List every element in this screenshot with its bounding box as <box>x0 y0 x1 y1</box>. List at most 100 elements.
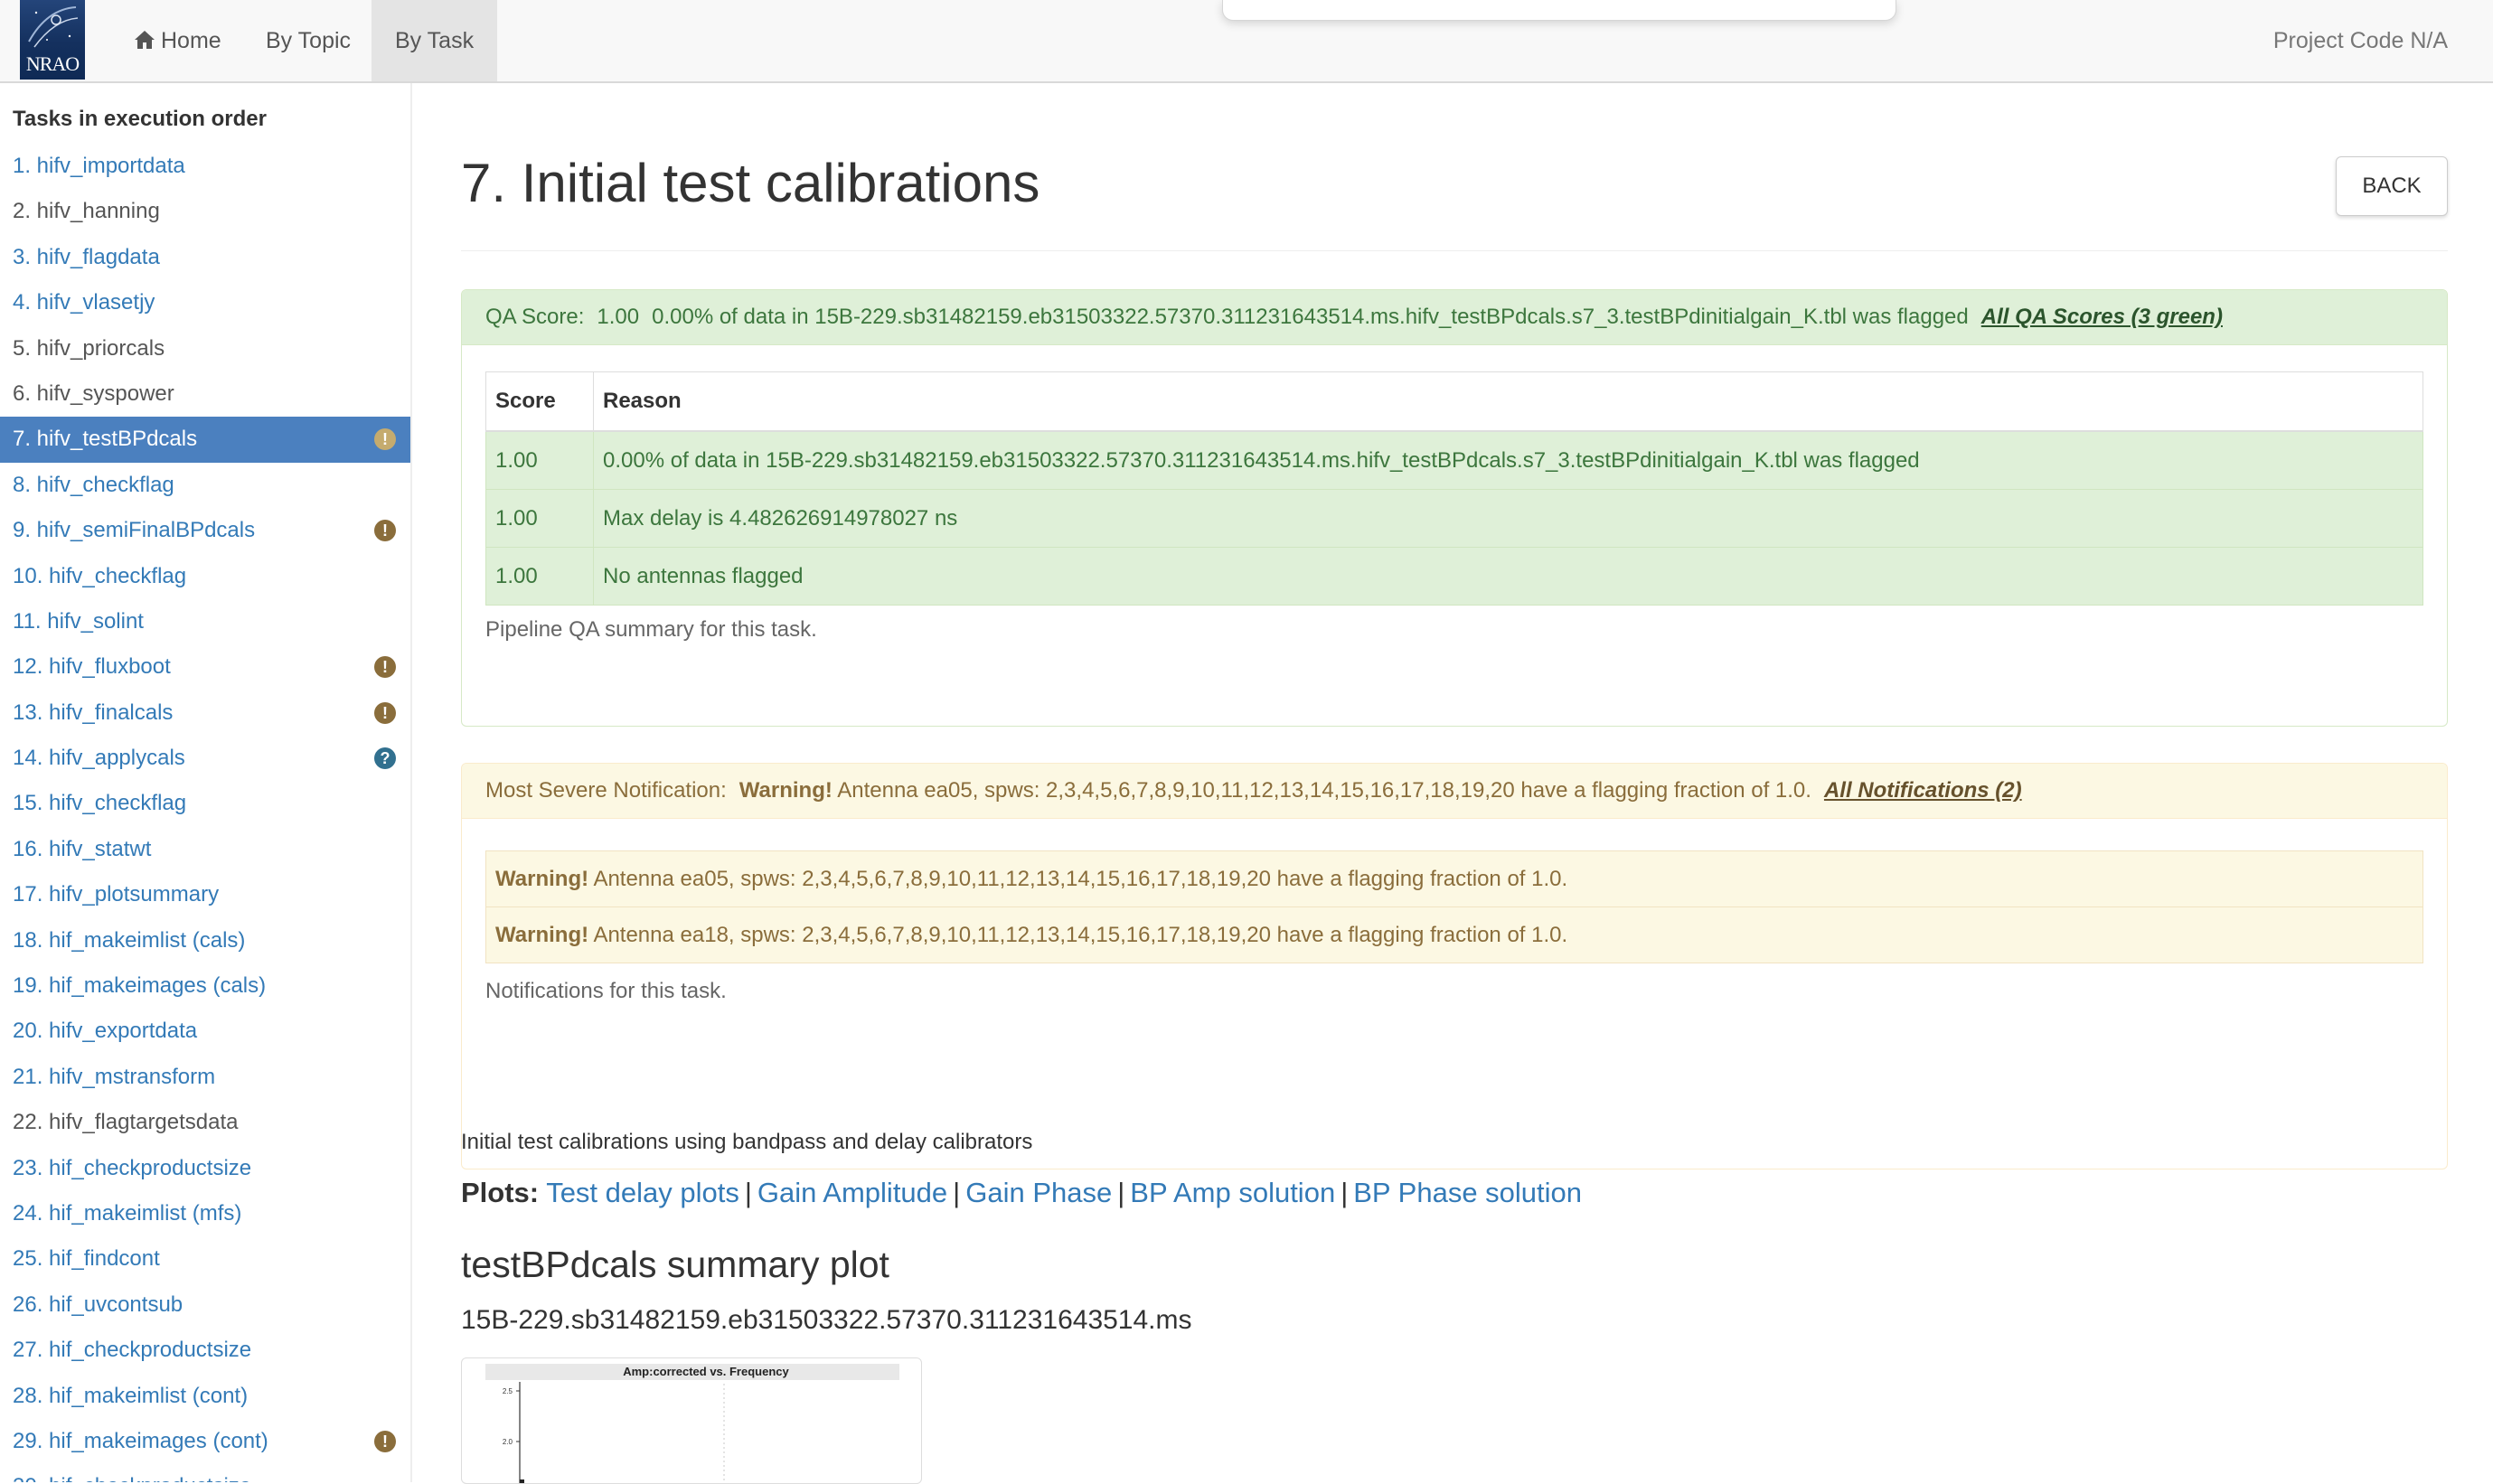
notification-row-text: Antenna ea05, spws: 2,3,4,5,6,7,8,9,10,1… <box>593 867 1568 891</box>
qa-row-score: 1.00 <box>485 430 594 490</box>
sidebar-task-item[interactable]: 24. hif_makeimlist (mfs) <box>0 1191 410 1236</box>
sidebar-task-item[interactable]: 3. hifv_flagdata <box>0 235 410 280</box>
summary-plot-image: Amp:corrected vs. Frequency 2.5 2.0 <box>485 1364 899 1483</box>
sidebar-task-label: 9. hifv_semiFinalBPdcals <box>13 518 256 543</box>
sidebar-task-label: 17. hifv_plotsummary <box>13 882 220 907</box>
qa-col-score: Score <box>485 371 594 432</box>
page-title: 7. Initial test calibrations <box>461 153 1040 213</box>
plots-links: Plots: Test delay plots | Gain Amplitude | G… <box>461 1177 1582 1209</box>
sidebar-task-label: 13. hifv_finalcals <box>13 700 174 725</box>
nav-by-task-label: By Task <box>395 28 475 53</box>
sidebar-task-label: 25. hif_findcont <box>13 1246 160 1272</box>
sidebar-task-item[interactable]: 17. hifv_plotsummary <box>0 872 410 917</box>
sidebar-task-item[interactable]: 26. hif_uvcontsub <box>0 1282 410 1328</box>
nav-home-link[interactable]: Home <box>110 0 245 81</box>
plot-link[interactable]: Gain Amplitude <box>757 1177 947 1208</box>
qa-table-header: Score Reason <box>485 371 2423 432</box>
sidebar-task-label: 8. hifv_checkflag <box>13 472 174 497</box>
plot-link-separator: | <box>1117 1177 1125 1208</box>
sidebar-task-item[interactable]: 20. hifv_exportdata <box>0 1009 410 1054</box>
sidebar-task-label: 10. hifv_checkflag <box>13 563 187 588</box>
qa-row-reason: No antennas flagged <box>593 547 2423 606</box>
sidebar-task-item[interactable]: 22. hifv_flagtargetsdata <box>0 1100 410 1145</box>
sidebar-task-label: 2. hifv_hanning <box>13 199 160 224</box>
sidebar-task-label: 6. hifv_syspower <box>13 380 174 406</box>
sidebar-task-label: 12. hifv_fluxboot <box>13 654 171 680</box>
sidebar-task-label: 29. hif_makeimages (cont) <box>13 1428 268 1453</box>
sidebar-task-item[interactable]: 30. hif_checkproductsize <box>0 1464 410 1482</box>
sidebar-task-label: 3. hifv_flagdata <box>13 244 160 269</box>
sidebar-task-item[interactable]: 13. hifv_finalcals! <box>0 690 410 736</box>
plot-link-separator: | <box>953 1177 961 1208</box>
project-code: Project Code N/A <box>2272 28 2448 53</box>
exclamation-circle-icon: ! <box>374 428 396 451</box>
nav-home-label: Home <box>161 28 221 53</box>
sidebar-task-item[interactable]: 11. hifv_solint <box>0 599 410 644</box>
notification-row-prefix: Warning! <box>495 923 589 947</box>
plot-link[interactable]: BP Amp solution <box>1130 1177 1335 1208</box>
plot-link[interactable]: Gain Phase <box>965 1177 1112 1208</box>
sidebar-task-item[interactable]: 28. hif_makeimlist (cont) <box>0 1374 410 1419</box>
plot-link[interactable]: BP Phase solution <box>1353 1177 1582 1208</box>
sidebar-task-label: 19. hif_makeimages (cals) <box>13 973 267 999</box>
question-circle-icon: ? <box>374 747 396 770</box>
sidebar-task-label: 22. hifv_flagtargetsdata <box>13 1110 239 1135</box>
sidebar-task-label: 23. hif_checkproductsize <box>13 1155 252 1180</box>
sidebar-task-item[interactable]: 2. hifv_hanning <box>0 189 410 234</box>
sidebar-task-item[interactable]: 16. hifv_statwt <box>0 827 410 872</box>
plot-link-separator: | <box>1341 1177 1349 1208</box>
all-qa-scores-link[interactable]: All QA Scores (3 green) <box>1981 305 2223 329</box>
notifications-list: Warning! Antenna ea05, spws: 2,3,4,5,6,7… <box>485 850 2423 963</box>
qa-row-score: 1.00 <box>485 489 594 548</box>
task-sidebar: Tasks in execution order 1. hifv_importd… <box>0 83 412 1482</box>
logo-swirl-icon <box>28 6 79 48</box>
sidebar-task-item[interactable]: 19. hif_makeimages (cals) <box>0 963 410 1009</box>
sidebar-task-label: 24. hif_makeimlist (mfs) <box>13 1200 242 1226</box>
sidebar-task-item[interactable]: 18. hif_makeimlist (cals) <box>0 918 410 963</box>
plots-label: Plots: <box>461 1177 540 1208</box>
plot-link[interactable]: Test delay plots <box>546 1177 739 1208</box>
sidebar-task-item[interactable]: 10. hifv_checkflag <box>0 554 410 599</box>
sidebar-task-item[interactable]: 21. hifv_mstransform <box>0 1055 410 1100</box>
exclamation-circle-icon: ! <box>374 1430 396 1452</box>
qa-panel-heading: QA Score: 1.00 0.00% of data in 15B-229.sb… <box>462 290 2447 345</box>
nrao-logo[interactable]: NRAO <box>20 0 85 80</box>
sidebar-title: Tasks in execution order <box>13 107 267 131</box>
nav-by-topic-link[interactable]: By Topic <box>242 0 374 81</box>
sidebar-task-item[interactable]: 14. hifv_applycals? <box>0 736 410 781</box>
exclamation-circle-icon: ! <box>374 701 396 724</box>
sidebar-task-label: 27. hif_checkproductsize <box>13 1338 252 1363</box>
sidebar-task-item[interactable]: 7. hifv_testBPdcals! <box>0 417 410 463</box>
nav-by-task-link[interactable]: By Task <box>372 0 498 81</box>
qa-score-label: QA Score: <box>485 305 585 329</box>
sidebar-task-item[interactable]: 27. hif_checkproductsize <box>0 1328 410 1373</box>
qa-row-reason: Max delay is 4.482626914978027 ns <box>593 489 2423 548</box>
qa-table-body: 1.00 0.00% of data in 15B-229.sb31482159.… <box>485 430 2423 606</box>
sidebar-task-item[interactable]: 15. hifv_checkflag <box>0 781 410 826</box>
sidebar-task-item[interactable]: 25. hif_findcont <box>0 1236 410 1282</box>
sidebar-task-item[interactable]: 23. hif_checkproductsize <box>0 1146 410 1191</box>
sidebar-task-label: 14. hifv_applycals <box>13 746 185 771</box>
summary-plot-thumbnail[interactable]: Amp:corrected vs. Frequency 2.5 2.0 <box>461 1357 922 1484</box>
sidebar-task-item[interactable]: 8. hifv_checkflag <box>0 463 410 508</box>
sidebar-task-item[interactable]: 5. hifv_priorcals <box>0 326 410 371</box>
sidebar-task-item[interactable]: 4. hifv_vlasetjy <box>0 280 410 325</box>
top-navbar: NRAO Home By Topic By Task Project Code … <box>0 0 2493 83</box>
home-icon <box>135 31 155 49</box>
exclamation-circle-icon: ! <box>374 656 396 679</box>
sidebar-task-item[interactable]: 29. hif_makeimages (cont)! <box>0 1419 410 1464</box>
notifications-panel: Most Severe Notification: Warning! Antenn… <box>461 763 2448 1169</box>
sidebar-task-item[interactable]: 9. hifv_semiFinalBPdcals! <box>0 508 410 553</box>
back-button[interactable]: BACK <box>2336 156 2448 216</box>
sidebar-task-label: 26. hif_uvcontsub <box>13 1291 183 1317</box>
all-notifications-link[interactable]: All Notifications (2) <box>1824 778 2022 803</box>
sidebar-task-item[interactable]: 6. hifv_syspower <box>0 371 410 417</box>
sidebar-task-item[interactable]: 12. hifv_fluxboot! <box>0 644 410 690</box>
task-list: 1. hifv_importdata 2. hifv_hanning 3. hifv… <box>0 144 410 1482</box>
exclamation-circle-icon: ! <box>374 520 396 542</box>
notifications-heading: Most Severe Notification: Warning! Antenn… <box>462 764 2447 819</box>
sidebar-task-item[interactable]: 1. hifv_importdata <box>0 144 410 189</box>
qa-table: Score Reason 1.00 0.00% of data in 15B-22… <box>485 371 2423 606</box>
qa-table-row: 1.00 Max delay is 4.482626914978027 ns <box>485 489 2423 548</box>
sidebar-task-label: 18. hif_makeimlist (cals) <box>13 927 246 953</box>
